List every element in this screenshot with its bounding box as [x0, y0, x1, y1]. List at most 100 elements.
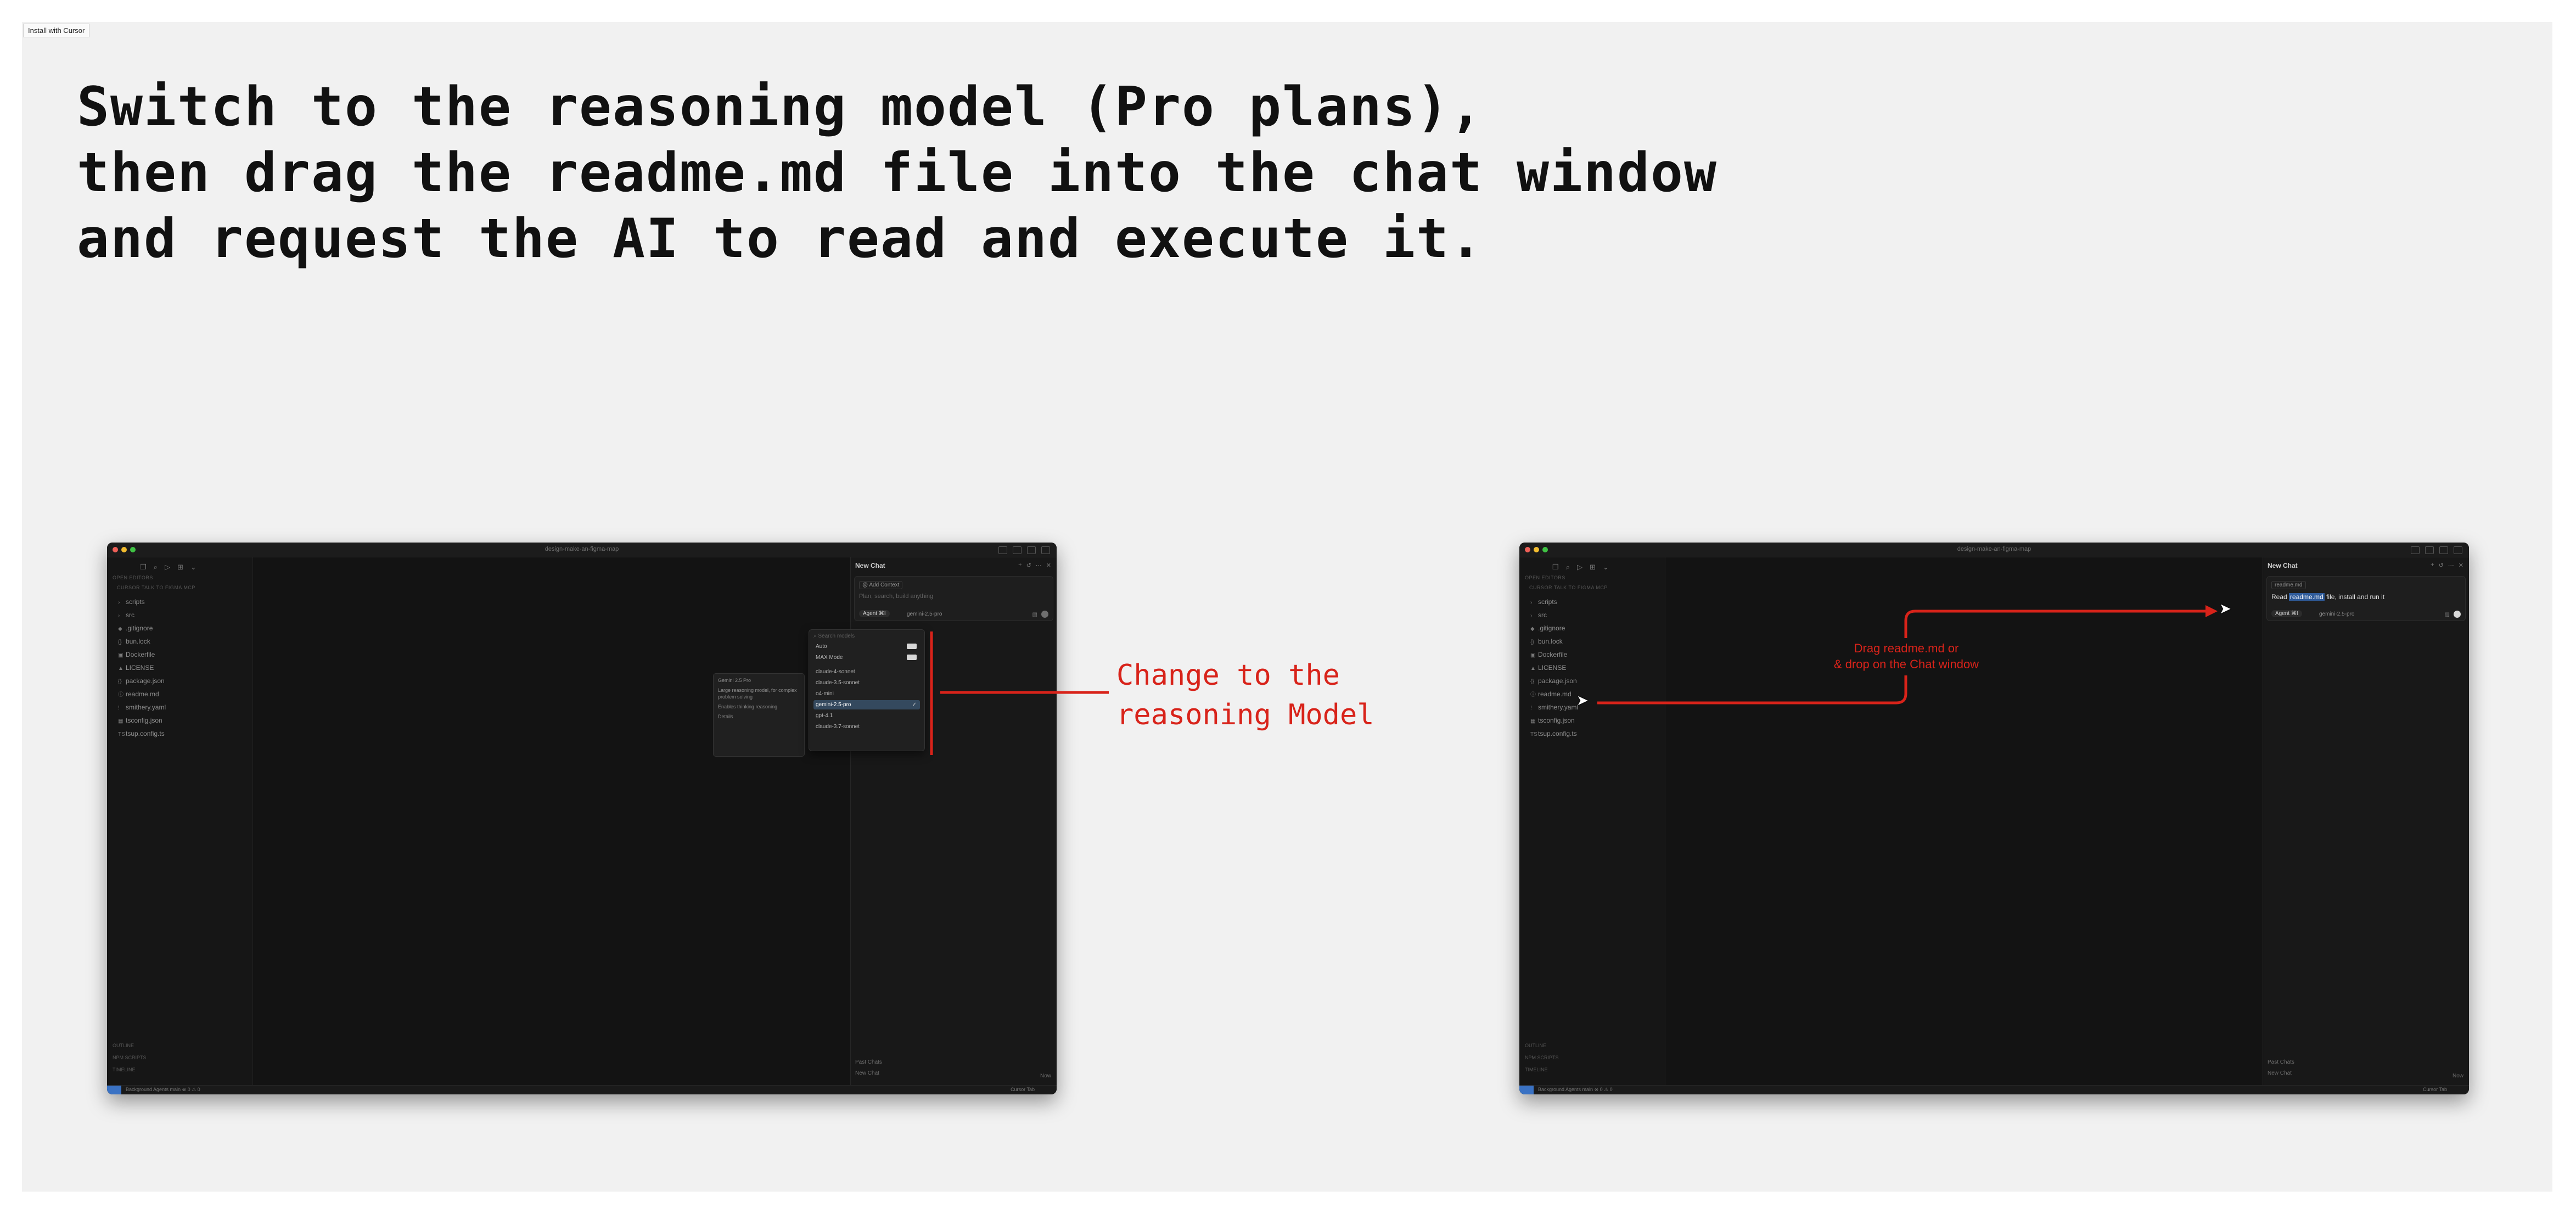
search-icon[interactable]: ⌕: [1566, 563, 1570, 572]
model-option[interactable]: claude-3.7-sonnet: [813, 722, 920, 731]
outline-header[interactable]: OUTLINE: [1525, 1039, 1559, 1052]
tree-item[interactable]: ▲ LICENSE: [1530, 662, 1578, 675]
panel-icon[interactable]: [2425, 546, 2434, 554]
past-chats-link[interactable]: Past Chats: [2268, 1057, 2294, 1068]
install-with-cursor-tag[interactable]: Install with Cursor: [23, 24, 90, 37]
auto-toggle[interactable]: [907, 644, 917, 649]
model-option[interactable]: gpt-4.1: [813, 711, 920, 720]
tree-item[interactable]: ▣ Dockerfile: [118, 649, 166, 662]
remote-icon[interactable]: [107, 1086, 121, 1094]
send-icon[interactable]: [2454, 611, 2461, 618]
past-chats-link[interactable]: Past Chats: [855, 1057, 882, 1068]
tree-item[interactable]: {} bun.lock: [118, 635, 166, 649]
open-editors-header[interactable]: OPEN EDITORS: [1525, 575, 1565, 580]
agent-mode-button[interactable]: Agent ⌘I: [2271, 610, 2302, 617]
sidebar-toggle-icon[interactable]: [1027, 546, 1036, 554]
model-option[interactable]: claude-3.5-sonnet: [813, 678, 920, 687]
chat-input-box[interactable]: @ Add Context Plan, search, build anythi…: [854, 576, 1053, 621]
more-icon[interactable]: ⋯: [1036, 562, 1042, 569]
model-option-selected[interactable]: gemini-2.5-pro ✓: [813, 700, 920, 709]
layout-icon[interactable]: [2411, 546, 2420, 554]
chevron-down-icon[interactable]: ⌄: [190, 563, 197, 572]
tree-item[interactable]: TStsup.config.ts: [118, 728, 166, 741]
open-editors-header[interactable]: OPEN EDITORS: [113, 575, 153, 580]
tree-item[interactable]: {} package.json: [1530, 675, 1578, 688]
sidebar-bottom-panels: OUTLINE NPM SCRIPTS TIMELINE: [113, 1039, 147, 1076]
send-icon[interactable]: [1041, 611, 1048, 618]
agent-mode-button[interactable]: Agent ⌘I: [859, 610, 890, 617]
more-icon[interactable]: ⋯: [2448, 562, 2454, 569]
model-option-max-mode[interactable]: MAX Mode: [813, 653, 920, 662]
tree-item[interactable]: › scripts: [118, 596, 166, 609]
timeline-header[interactable]: TIMELINE: [113, 1064, 147, 1076]
chat-panel: New Chat + ↺ ⋯ ✕ readme.md Read readme.md f…: [2263, 557, 2469, 1086]
files-icon[interactable]: ❐: [1552, 563, 1559, 572]
status-right[interactable]: Cursor Tab: [1011, 1087, 1035, 1092]
close-icon[interactable]: ✕: [1046, 562, 1051, 569]
layout-icon[interactable]: [998, 546, 1007, 554]
tree-item[interactable]: {} bun.lock: [1530, 635, 1578, 649]
model-selector[interactable]: gemini-2.5-pro: [907, 611, 942, 617]
sidebar-toggle-icon[interactable]: [2439, 546, 2448, 554]
context-chip-readme[interactable]: readme.md: [2271, 581, 2306, 589]
extensions-icon[interactable]: ⊞: [177, 563, 183, 572]
history-item[interactable]: New Chat: [855, 1068, 882, 1079]
tree-item[interactable]: ⓘ readme.md: [1530, 688, 1578, 701]
mouse-pointer-icon: ➤: [2219, 600, 2231, 617]
tree-item[interactable]: › src: [1530, 609, 1578, 622]
extensions-icon[interactable]: ⊞: [1590, 563, 1596, 572]
image-icon[interactable]: ▨: [2445, 612, 2450, 618]
tree-item[interactable]: ⓘ readme.md: [118, 688, 166, 701]
model-selector[interactable]: gemini-2.5-pro: [2319, 611, 2354, 617]
model-option-auto[interactable]: Auto: [813, 642, 920, 651]
chat-input[interactable]: Read readme.md file, install and run it: [2271, 593, 2384, 601]
settings-icon[interactable]: [2454, 546, 2462, 554]
chat-input[interactable]: Plan, search, build anything: [859, 593, 933, 600]
tree-item[interactable]: ▲ LICENSE: [118, 662, 166, 675]
chevron-down-icon[interactable]: ⌄: [1603, 563, 1609, 572]
tree-item[interactable]: TStsup.config.ts: [1530, 728, 1578, 741]
project-header[interactable]: CURSOR TALK TO FIGMA MCP: [1529, 585, 1608, 590]
status-right[interactable]: Cursor Tab: [2423, 1087, 2447, 1092]
tree-item[interactable]: {} package.json: [118, 675, 166, 688]
chat-input-box[interactable]: readme.md Read readme.md file, install a…: [2266, 576, 2466, 621]
tree-item[interactable]: ! smithery.yaml: [1530, 701, 1578, 714]
max-mode-toggle[interactable]: [907, 655, 917, 660]
git-icon: ◆: [118, 626, 122, 632]
status-left[interactable]: Background Agents main ⊗ 0 ⚠ 0: [1538, 1087, 1613, 1093]
outline-header[interactable]: OUTLINE: [113, 1039, 147, 1052]
tooltip-details-link[interactable]: Details: [718, 713, 800, 720]
files-icon[interactable]: ❐: [140, 563, 147, 572]
tree-item[interactable]: ▦ tsconfig.json: [1530, 714, 1578, 728]
project-header[interactable]: CURSOR TALK TO FIGMA MCP: [117, 585, 195, 590]
tree-item[interactable]: ▣ Dockerfile: [1530, 649, 1578, 662]
remote-icon[interactable]: [1519, 1086, 1534, 1094]
model-search-input[interactable]: ⌕ Search models: [813, 633, 855, 639]
tree-item[interactable]: › scripts: [1530, 596, 1578, 609]
history-icon[interactable]: ↺: [1026, 562, 1031, 569]
settings-icon[interactable]: [1041, 546, 1050, 554]
add-context-button[interactable]: @ Add Context: [859, 581, 903, 589]
close-icon[interactable]: ✕: [2459, 562, 2463, 569]
history-icon[interactable]: ↺: [2439, 562, 2444, 569]
history-item[interactable]: New Chat: [2268, 1068, 2294, 1079]
npm-scripts-header[interactable]: NPM SCRIPTS: [113, 1052, 147, 1064]
run-icon[interactable]: ▷: [165, 563, 170, 572]
image-icon[interactable]: ▨: [1032, 612, 1037, 618]
model-option[interactable]: o4-mini: [813, 689, 920, 698]
tree-item[interactable]: ◆ .gitignore: [118, 622, 166, 635]
npm-scripts-header[interactable]: NPM SCRIPTS: [1525, 1052, 1559, 1064]
timeline-header[interactable]: TIMELINE: [1525, 1064, 1559, 1076]
add-icon[interactable]: +: [1018, 562, 1022, 569]
model-option[interactable]: claude-4-sonnet: [813, 667, 920, 677]
search-icon[interactable]: ⌕: [154, 563, 158, 572]
panel-icon[interactable]: [1013, 546, 1022, 554]
folder-chevron-icon: ›: [118, 600, 120, 606]
tree-item[interactable]: ◆ .gitignore: [1530, 622, 1578, 635]
tree-item[interactable]: › src: [118, 609, 166, 622]
status-left[interactable]: Background Agents main ⊗ 0 ⚠ 0: [126, 1087, 200, 1093]
run-icon[interactable]: ▷: [1577, 563, 1582, 572]
tree-item[interactable]: ! smithery.yaml: [118, 701, 166, 714]
tree-item[interactable]: ▦ tsconfig.json: [118, 714, 166, 728]
add-icon[interactable]: +: [2431, 562, 2434, 569]
